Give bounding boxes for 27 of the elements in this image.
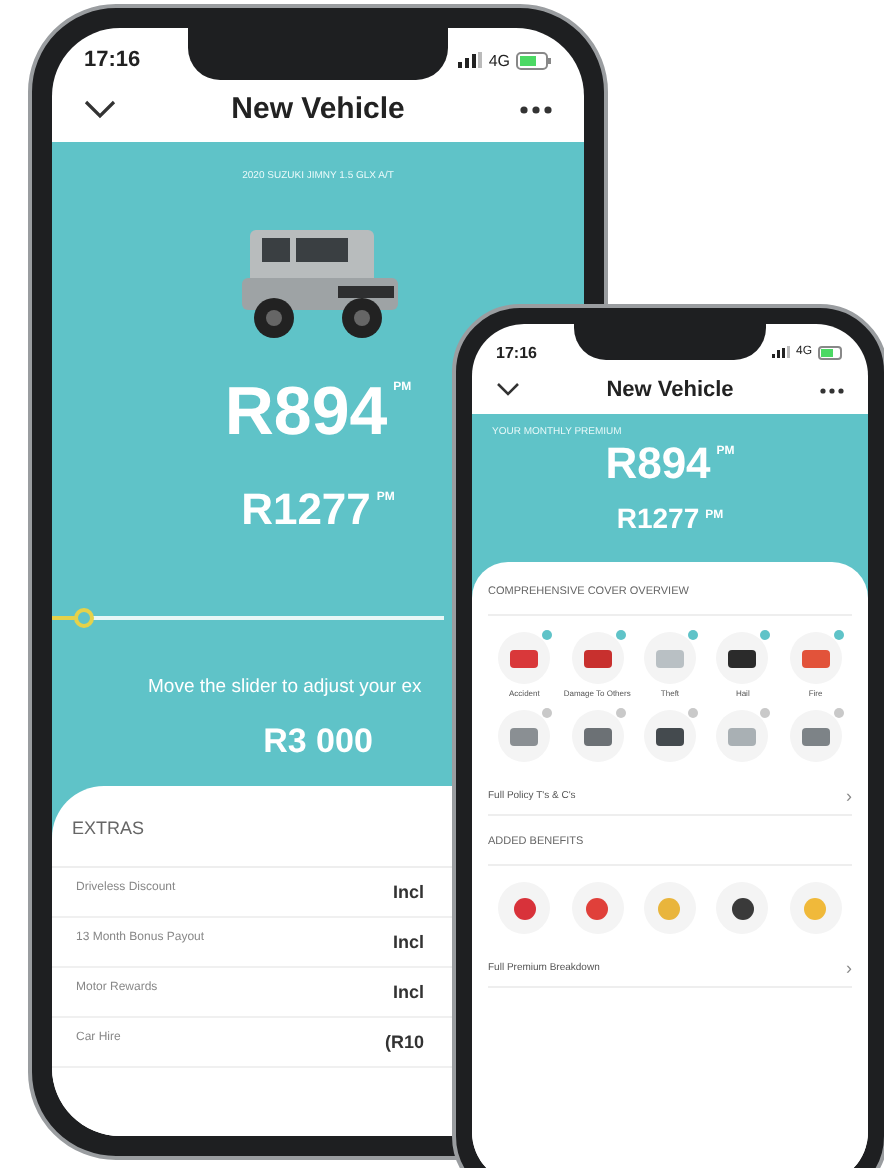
more-icon[interactable] — [520, 105, 552, 113]
premium-amount: R894 — [605, 438, 711, 490]
benefit-icon[interactable] — [498, 882, 551, 934]
benefit-icon[interactable] — [716, 882, 769, 934]
excess-amount: R3 000 — [263, 722, 373, 762]
slider-hint: Move the slider to adjust your ex — [148, 676, 422, 698]
more-icon[interactable] — [820, 387, 844, 393]
battery-icon — [818, 345, 844, 359]
screen-title: New Vehicle — [606, 378, 734, 402]
premium-amount: R1277 — [241, 484, 371, 536]
extra-value: Incl — [392, 982, 424, 1002]
battery-icon — [516, 51, 552, 69]
screen-title: New Vehicle — [231, 92, 405, 126]
chevron-down-icon[interactable] — [496, 382, 520, 398]
network-label: 4G — [488, 51, 510, 69]
signal-icon — [771, 346, 790, 358]
extra-value: Incl — [392, 882, 424, 902]
cover-item-icon[interactable] — [643, 710, 696, 762]
premium-amount: R894 — [224, 374, 388, 452]
extra-value: Incl — [392, 932, 424, 952]
extra-value: (R10 — [384, 1032, 424, 1052]
signal-icon — [458, 52, 483, 68]
premium-amount: R1277 — [616, 502, 700, 534]
chevron-down-icon[interactable] — [84, 99, 116, 119]
status-time: 17:16 — [84, 48, 141, 72]
status-time: 17:16 — [496, 343, 537, 361]
cover-item-icon[interactable] — [716, 632, 769, 684]
